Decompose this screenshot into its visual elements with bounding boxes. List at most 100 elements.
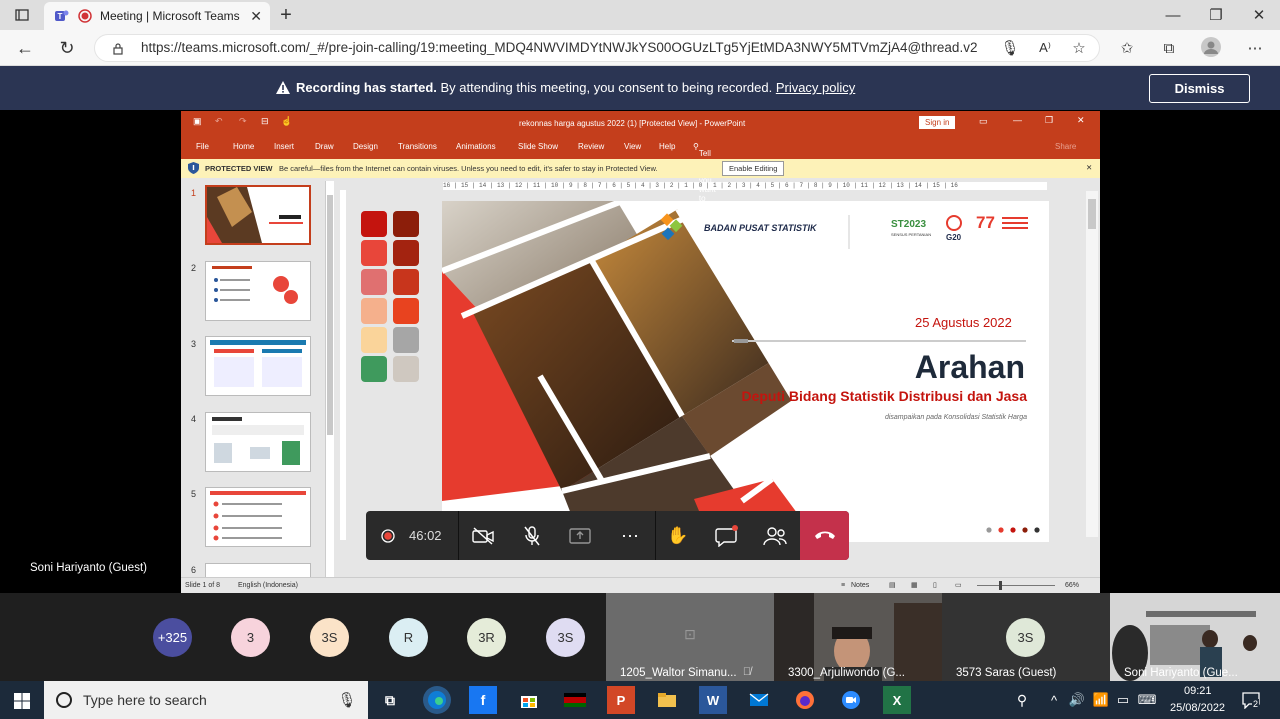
lock-icon[interactable] (111, 41, 125, 55)
zoom-slider-thumb (999, 581, 1002, 590)
avatar-initials: 3 (246, 630, 255, 645)
collections-icon[interactable]: ⧉ (1158, 38, 1180, 58)
more-icon[interactable]: ⋯ (1244, 38, 1266, 58)
ppt-restore-icon: ❐ (1045, 115, 1054, 125)
participant-avatar[interactable]: 3S (546, 618, 585, 657)
thumbnail-slide-5 (205, 487, 311, 547)
powerpoint-icon[interactable]: P (607, 686, 635, 714)
participant-avatar[interactable]: 3R (467, 618, 506, 657)
self-video-tile[interactable]: Soni Hariyanto (Gue... (1110, 593, 1280, 681)
participant-avatar[interactable]: R (389, 618, 428, 657)
taskbar-search[interactable]: Type here to search 🎙 (44, 681, 368, 719)
battery-icon[interactable]: ▭ (1114, 691, 1132, 709)
st2023-sub: SENSUS PERTANIAN (891, 232, 932, 237)
volume-icon[interactable]: 🔊 (1068, 691, 1086, 709)
facebook-icon[interactable]: f (469, 686, 497, 714)
participants-button[interactable] (762, 524, 788, 548)
thumbnail-image (212, 266, 298, 304)
banner-message: Recording has started. By attending this… (276, 80, 855, 95)
mic-icon[interactable]: 🎙 (337, 691, 356, 709)
edge-icon[interactable] (423, 686, 451, 714)
status-slide: Slide 1 of 8 (185, 582, 221, 589)
back-icon[interactable]: ← (14, 38, 36, 58)
people-icon[interactable]: ⚲ (1012, 691, 1032, 709)
slide-scrollbar (1086, 191, 1098, 537)
hut-ri-77-icon (1002, 217, 1028, 229)
sign-in-button: Sign in (919, 116, 956, 129)
dismiss-button[interactable]: Dismiss (1149, 74, 1250, 103)
mic-off-button[interactable] (521, 525, 543, 547)
microphone-icon[interactable]: 🎙 (1000, 38, 1020, 58)
participant-avatar[interactable]: 3 (231, 618, 270, 657)
participant-tile[interactable]: 3S 3573 Saras (Guest) (942, 593, 1110, 681)
camera-off-button[interactable] (471, 525, 495, 547)
slide-canvas: BADAN PUSAT STATISTIK ST2023 SENSUS PERT… (442, 201, 1049, 542)
participant-tile[interactable]: 3300_Arjuliwondo (G... (774, 593, 942, 681)
thumbnail-slide-2 (205, 261, 311, 321)
new-tab-icon[interactable]: + (276, 4, 296, 26)
color-swatch (361, 298, 387, 324)
participant-avatar[interactable]: 3S (310, 618, 349, 657)
color-swatch (393, 211, 419, 237)
zoom-level: 66% (1065, 582, 1080, 589)
clock-time[interactable]: 09:21 (1184, 685, 1212, 697)
excel-icon[interactable]: X (883, 686, 911, 714)
store-icon[interactable] (515, 686, 543, 714)
zoom-icon[interactable] (837, 686, 865, 714)
kenya-flag-icon[interactable] (561, 686, 589, 714)
ppt-menu-design: Design (353, 142, 378, 151)
browser-tab[interactable]: T Meeting | Microsoft Teams ✕ (44, 2, 270, 30)
color-swatch (361, 211, 387, 237)
close-tab-icon[interactable]: ✕ (250, 8, 262, 25)
ppt-menu-home: Home (233, 142, 255, 151)
add-favorite-icon[interactable]: ☆ (1068, 38, 1090, 58)
status-language: English (Indonesia) (238, 582, 298, 589)
presenter-name: Soni Hariyanto (Guest) (30, 562, 147, 574)
color-swatch (393, 356, 419, 382)
close-window-icon[interactable]: ✕ (1249, 6, 1269, 24)
thumb-number: 5 (191, 489, 197, 499)
participant-name: 3573 Saras (Guest) (956, 667, 1057, 679)
participant-avatar[interactable]: +325 (153, 618, 192, 657)
slide-subtitle: Deputi Bidang Statistik Distribusi dan J… (741, 388, 1027, 404)
restore-icon[interactable]: ❐ (1206, 6, 1226, 24)
call-timer: 46:02 (409, 528, 442, 543)
chat-button[interactable] (714, 524, 740, 548)
share-screen-button[interactable] (568, 525, 592, 547)
vertical-ruler (340, 190, 346, 540)
ppt-title-bar: ▣ ↶ ↷ ⊟ ☝ rekonnas harga agustus 2022 (1… (181, 111, 1100, 135)
wifi-icon[interactable]: 📶 (1092, 691, 1110, 709)
tell-me-box: ⚲ Tell me what you want to do (693, 142, 716, 212)
leave-call-button[interactable] (800, 511, 849, 560)
url-field[interactable]: https://teams.microsoft.com/_#/pre-join-… (94, 34, 1100, 62)
avatar-initials: 3S (1017, 630, 1034, 645)
show-hidden-icons[interactable]: ^ (1046, 691, 1062, 709)
keyboard-icon[interactable]: ⌨ (1136, 691, 1158, 709)
svg-text:T: T (58, 12, 63, 21)
word-icon[interactable]: W (699, 686, 727, 714)
participant-name: 1205_Waltor Simanu... (620, 667, 737, 679)
privacy-policy-link[interactable]: Privacy policy (776, 80, 855, 95)
redo-icon: ↷ (239, 116, 247, 126)
slideshow-view-icon: ▭ (955, 582, 962, 589)
ppt-share: Share (1055, 142, 1077, 151)
read-aloud-icon[interactable]: A⁾ (1034, 38, 1056, 58)
start-icon[interactable] (12, 691, 32, 711)
org-name: BADAN PUSAT STATISTIK (704, 223, 817, 233)
reading-view-icon: ▯ (933, 582, 937, 589)
profile-icon[interactable] (1200, 36, 1222, 58)
thumbnail-image (210, 491, 306, 541)
tab-actions-icon[interactable] (12, 6, 32, 24)
participant-tile[interactable]: ⊡ 1205_Waltor Simanu... 🎙̸ (606, 593, 774, 681)
more-actions-button[interactable]: ⋯ (618, 525, 642, 547)
firefox-icon[interactable] (791, 686, 819, 714)
clock-date[interactable]: 25/08/2022 (1170, 702, 1225, 714)
recording-banner: Recording has started. By attending this… (0, 66, 1280, 110)
file-explorer-icon[interactable] (653, 686, 681, 714)
mail-icon[interactable] (745, 686, 773, 714)
task-view-icon[interactable]: ⧉ (376, 686, 404, 714)
refresh-icon[interactable]: ↻ (56, 38, 78, 58)
raise-hand-button[interactable]: ✋ (666, 524, 690, 548)
favorites-icon[interactable]: ✩ (1116, 38, 1138, 58)
minimize-icon[interactable]: — (1163, 6, 1183, 24)
